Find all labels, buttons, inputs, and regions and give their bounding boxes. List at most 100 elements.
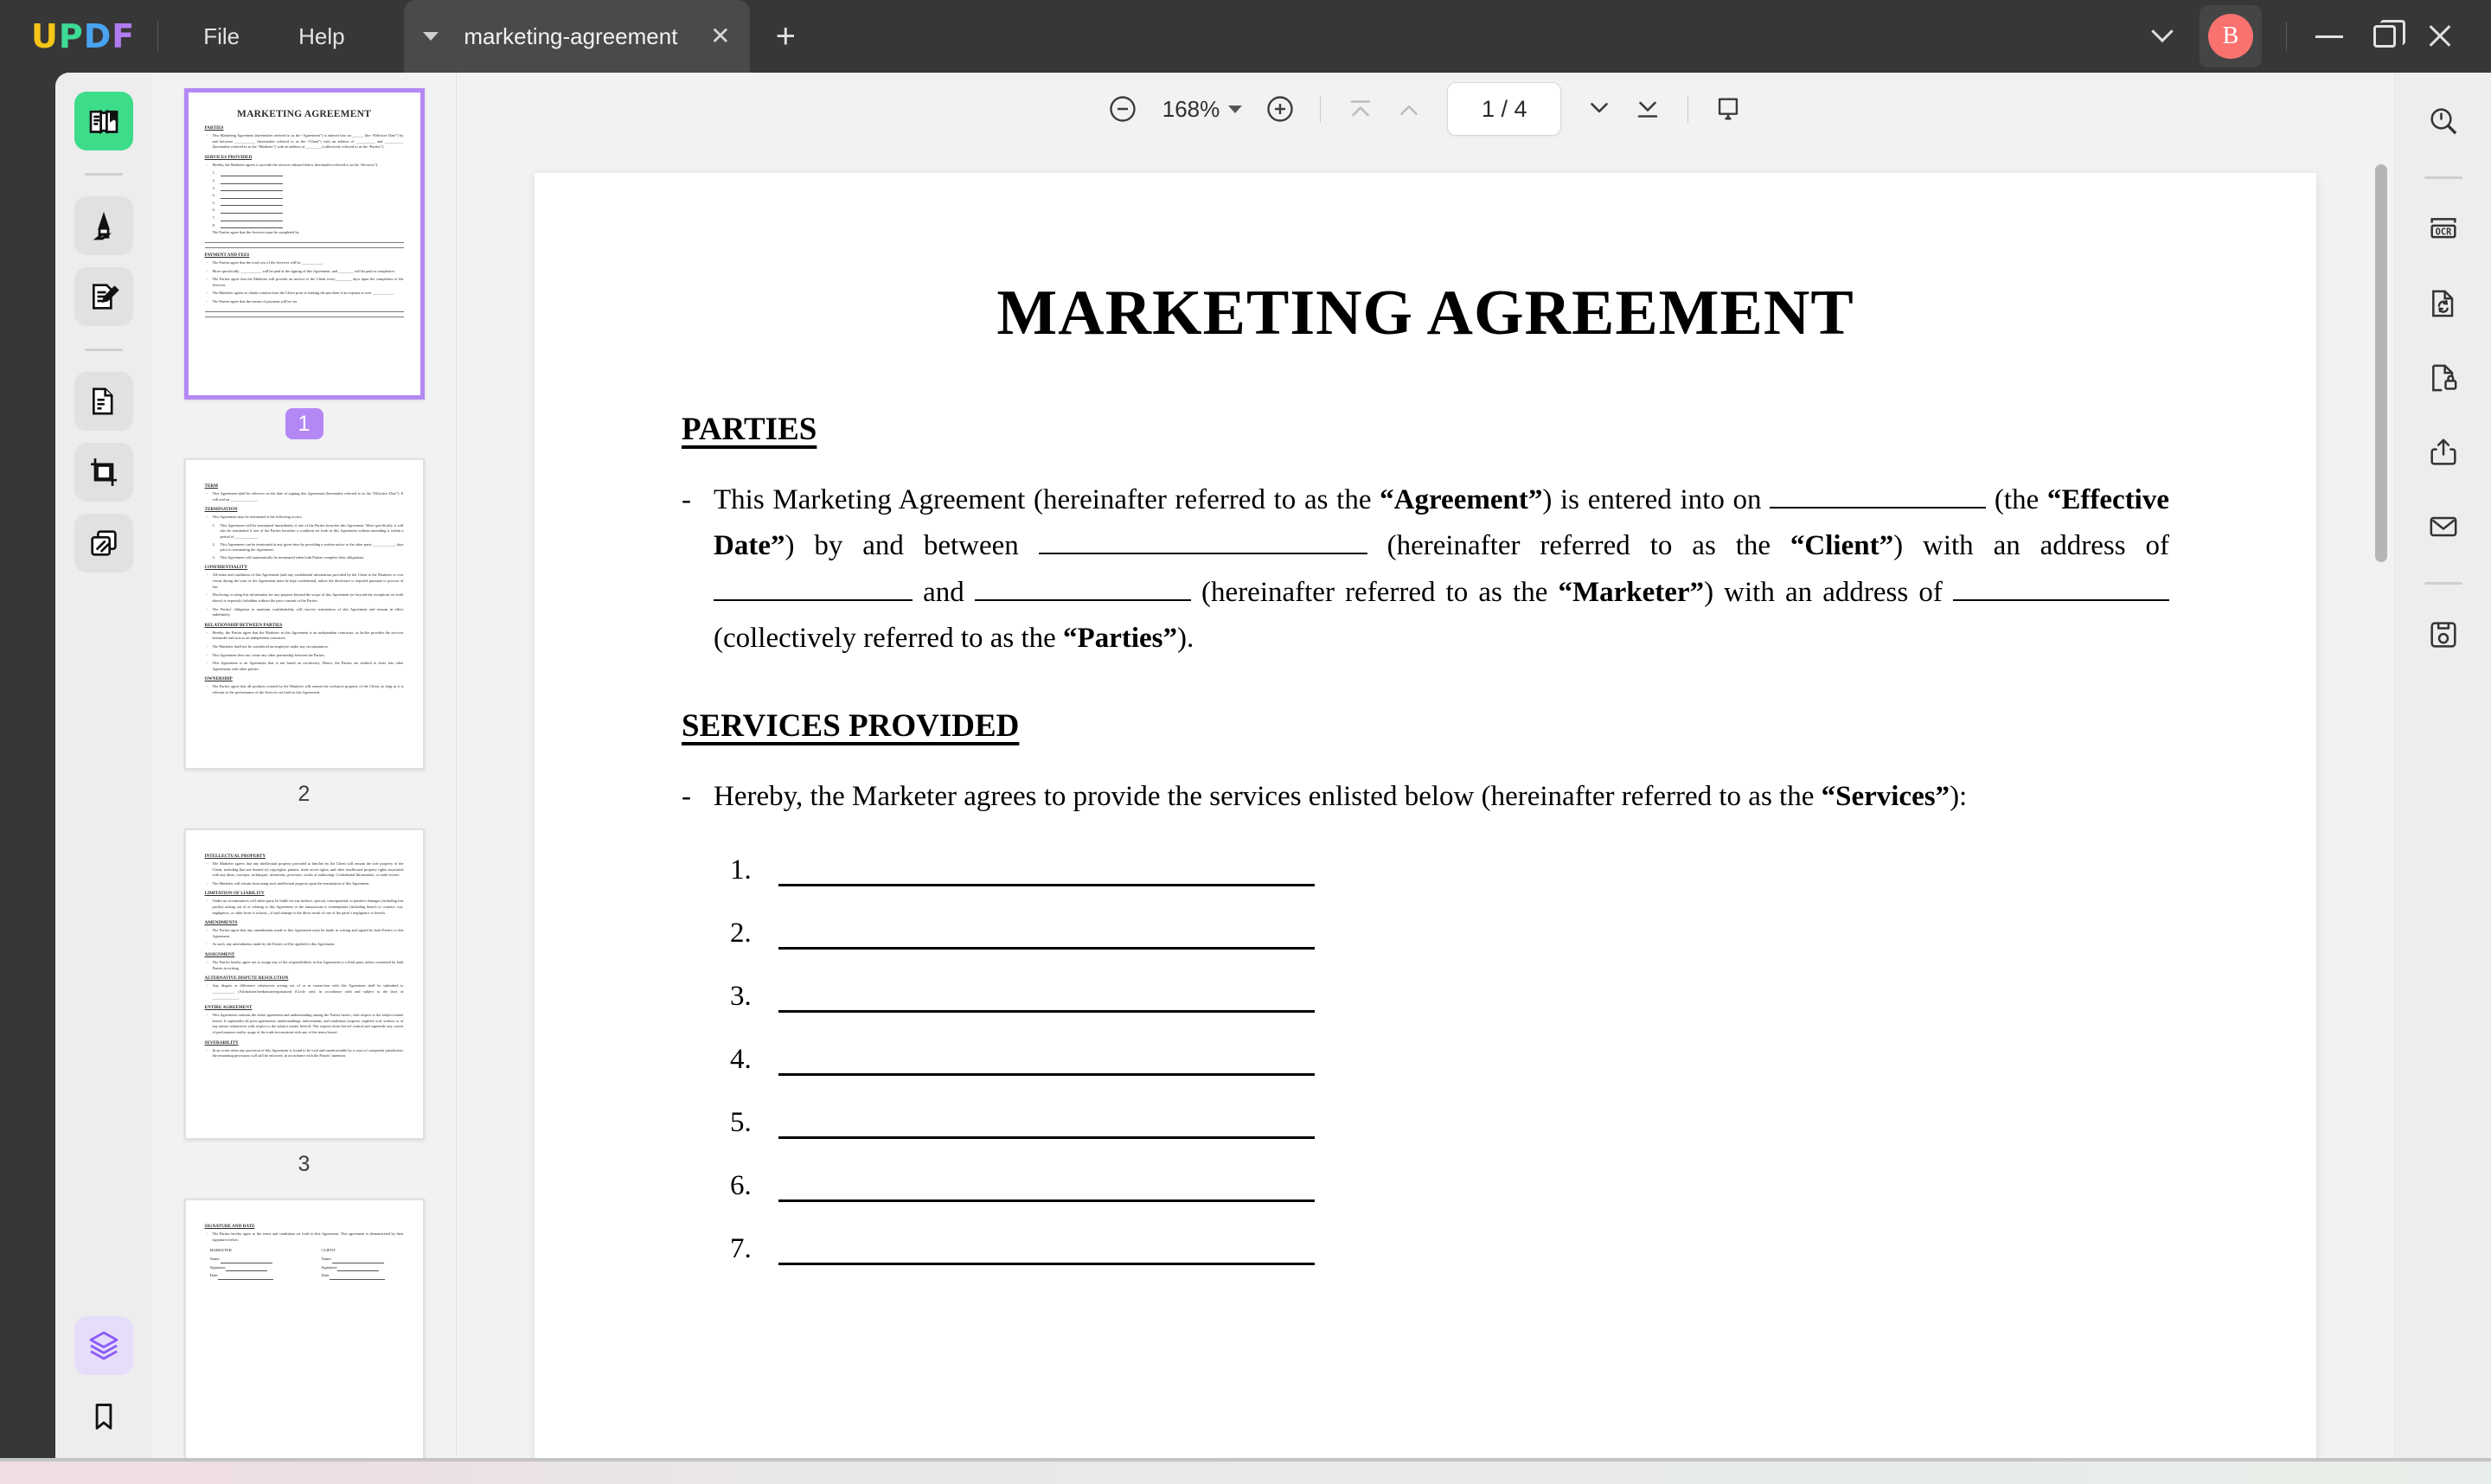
menu-file[interactable]: File	[181, 15, 262, 59]
convert-tool[interactable]	[2414, 274, 2473, 333]
bookmark-tool[interactable]	[74, 1387, 133, 1446]
tab-dropdown-icon[interactable]	[422, 32, 439, 41]
thumbnail-page-2[interactable]: TERM This Agreement shall be effective o…	[152, 458, 456, 809]
close-window-button[interactable]	[2415, 11, 2465, 61]
zoom-in-button[interactable]	[1256, 85, 1304, 133]
mini-list-item: 1.	[205, 170, 404, 177]
term-agreement: “Agreement”	[1380, 484, 1543, 515]
mini-list-item: 7.	[205, 215, 404, 221]
mini-rule	[204, 308, 404, 312]
mini-heading: SERVICES PROVIDED	[204, 154, 253, 160]
account-button[interactable]: B	[2200, 5, 2262, 67]
bullet-dash: -	[682, 780, 691, 812]
mini-paragraph: This Agreement contains the entire agree…	[205, 1013, 404, 1035]
minimize-button[interactable]	[2304, 11, 2354, 61]
more-options-button[interactable]	[2137, 11, 2187, 61]
document-tab[interactable]: marketing-agreement ✕	[403, 0, 750, 73]
updf-window: U P D F File Help marketing-agreement ✕ …	[0, 0, 2491, 1484]
blank-field[interactable]	[778, 997, 1315, 1014]
mini-list-item: 1. This Agreement will be terminated imme…	[212, 522, 404, 540]
organize-pages-tool[interactable]	[74, 372, 133, 431]
batch-tool[interactable]	[74, 514, 133, 572]
save-tool[interactable]	[2414, 605, 2473, 664]
mini-paragraph: This Marketing Agreement (hereinafter re…	[205, 133, 404, 150]
edit-pdf-tool[interactable]	[74, 267, 133, 326]
thumbnail-pane[interactable]: MARKETING AGREEMENT PARTIES This Marketi…	[152, 73, 457, 1484]
close-icon[interactable]: ✕	[710, 24, 730, 48]
mini-heading: OWNERSHIP	[204, 676, 233, 682]
list-item: 2.	[730, 918, 2169, 950]
right-divider-2	[2424, 582, 2462, 585]
t: (collectively referred to as the	[714, 623, 1064, 655]
mini-heading: TERM	[204, 483, 219, 489]
layers-tool[interactable]	[74, 1316, 133, 1375]
next-page-button[interactable]	[1575, 85, 1623, 133]
services-text: Hereby, the Marketer agrees to provide t…	[714, 774, 2169, 820]
first-page-button[interactable]	[1336, 85, 1385, 133]
mini-paragraph: Disclosing or using this information for…	[205, 592, 404, 604]
presentation-mode-button[interactable]	[1704, 85, 1752, 133]
t: Hereby, the Marketer agrees to provide t…	[714, 780, 1822, 812]
mini-heading: AMENDMENTS	[204, 920, 238, 926]
blank-field[interactable]	[1038, 553, 1367, 555]
mini-field-label: Name:	[321, 1256, 332, 1261]
mini-paragraph: Any dispute or difference whatsoever ari…	[205, 983, 404, 1001]
mini-paragraph: More specifically, ___________ will be p…	[205, 269, 404, 275]
blank-field[interactable]	[778, 1060, 1315, 1077]
blank-field[interactable]	[778, 1187, 1315, 1203]
new-tab-button[interactable]: +	[776, 19, 796, 54]
menu-help[interactable]: Help	[276, 15, 367, 59]
mini-heading: CONFIDENTIALITY	[204, 565, 248, 571]
reader-tool[interactable]	[74, 92, 133, 150]
mini-list-item: 8.	[205, 223, 404, 229]
mini-paragraph: This Agreement shall be effective on the…	[205, 491, 404, 502]
crop-tool[interactable]	[74, 443, 133, 502]
blank-field[interactable]	[714, 598, 913, 601]
thumbnail-page-3[interactable]: INTELLECTUAL PROPERTY The Marketer agree…	[152, 828, 456, 1180]
chevron-down-icon[interactable]	[1228, 105, 1243, 113]
mini-paragraph: The Parties agree that the total cost of…	[205, 260, 404, 266]
share-tool[interactable]	[2414, 423, 2473, 482]
t: ):	[1950, 780, 1968, 812]
zoom-out-button[interactable]	[1098, 85, 1147, 133]
list-number: 7.	[730, 1233, 752, 1265]
annotate-tool[interactable]	[74, 196, 133, 255]
thumbnail-page-4[interactable]: SIGNATURE AND DATE The Parties hereby ag…	[152, 1199, 456, 1484]
mini-heading: PARTIES	[204, 125, 224, 131]
last-page-button[interactable]	[1623, 85, 1672, 133]
blank-field[interactable]	[974, 598, 1191, 601]
thumbnail-page-1[interactable]: MARKETING AGREEMENT PARTIES This Marketi…	[152, 88, 456, 439]
logo-letter-d: D	[83, 17, 112, 55]
mini-heading: SIGNATURE AND DATE	[204, 1224, 255, 1229]
logo-divider	[157, 22, 159, 51]
blank-field[interactable]	[1770, 507, 1987, 509]
mini-heading: ALTERNATIVE DISPUTE RESOLUTION	[204, 975, 289, 982]
mini-list-item: 3. This Agreement will automatically be t…	[212, 554, 365, 560]
services-paragraph: - Hereby, the Marketer agrees to provide…	[682, 774, 2169, 820]
list-item: 1.	[730, 854, 2169, 887]
pdf-page-1: MARKETING AGREEMENT PARTIES - This Marke…	[535, 173, 2316, 1484]
blank-field[interactable]	[778, 871, 1315, 887]
t: This Marketing Agreement (hereinafter re…	[714, 484, 1380, 515]
mini-field-label: Signature:	[321, 1264, 338, 1270]
blank-field[interactable]	[1953, 598, 2169, 601]
page-indicator[interactable]: 1 / 4	[1447, 82, 1562, 136]
t: ) is entered into on	[1542, 484, 1771, 515]
mini-heading: ENTIRE AGREEMENT	[204, 1005, 253, 1011]
page-scroll-area[interactable]: MARKETING AGREEMENT PARTIES - This Marke…	[457, 145, 2394, 1484]
maximize-button[interactable]	[2360, 11, 2410, 61]
page-vertical-scrollbar[interactable]	[2375, 145, 2387, 1484]
thumbnail-image-2: TERM This Agreement shall be effective o…	[183, 458, 425, 770]
search-tool[interactable]	[2414, 92, 2473, 150]
blank-field[interactable]	[778, 1250, 1315, 1266]
mini-field-label: Name:	[209, 1256, 221, 1261]
previous-page-button[interactable]	[1385, 85, 1433, 133]
zoom-level[interactable]: 168%	[1147, 96, 1229, 123]
protect-tool[interactable]	[2414, 349, 2473, 407]
ocr-tool[interactable]: OCR	[2414, 200, 2473, 259]
blank-field[interactable]	[778, 934, 1315, 950]
mini-field-label: Date:	[321, 1273, 330, 1278]
mini-list-item: 3.	[205, 186, 404, 192]
email-tool[interactable]	[2414, 497, 2473, 556]
blank-field[interactable]	[778, 1123, 1315, 1140]
